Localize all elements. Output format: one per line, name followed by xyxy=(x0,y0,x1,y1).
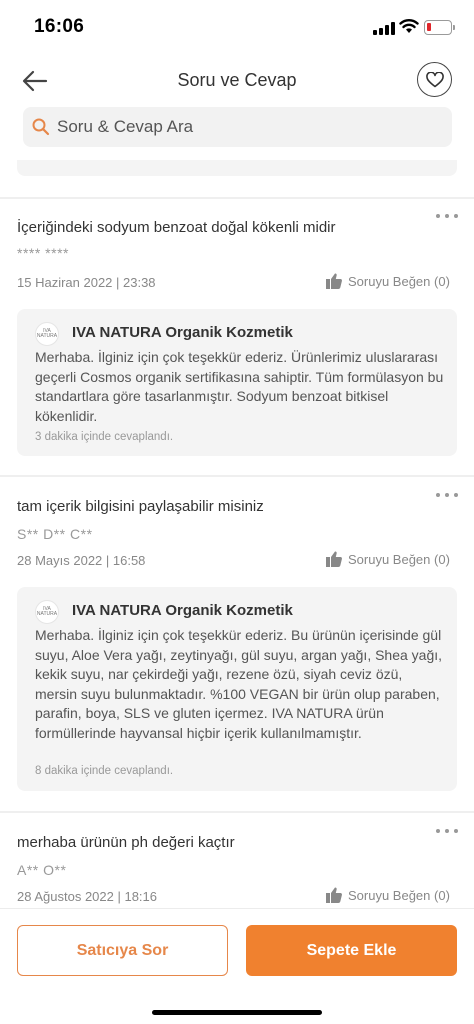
answer-box: IVA NATURA IVA NATURA Organik Kozmetik M… xyxy=(17,309,457,456)
question-text: merhaba ürünün ph değeri kaçtır xyxy=(17,834,235,851)
search-input[interactable] xyxy=(57,107,437,147)
more-options-icon[interactable] xyxy=(436,826,458,836)
status-time: 16:06 xyxy=(34,16,85,37)
status-bar: 16:06 xyxy=(0,0,474,56)
divider xyxy=(0,197,474,199)
like-label: Soruyu Beğen (0) xyxy=(348,273,450,289)
like-question-button[interactable]: Soruyu Beğen (0) xyxy=(325,550,450,568)
question-author: A** O** xyxy=(17,862,67,878)
seller-name: IVA NATURA Organik Kozmetik xyxy=(72,324,293,341)
header: Soru ve Cevap xyxy=(0,56,474,106)
bottom-action-bar: Satıcıya Sor Sepete Ekle xyxy=(0,908,474,1024)
home-indicator[interactable] xyxy=(152,1010,322,1015)
favorite-button[interactable] xyxy=(417,62,452,97)
question-list[interactable]: İçeriğindeki sodyum benzoat doğal kökenl… xyxy=(0,160,474,908)
answer-time: 3 dakika içinde cevaplandı. xyxy=(35,431,174,443)
divider xyxy=(0,811,474,813)
thumbs-up-icon xyxy=(326,887,342,903)
question-date: 28 Mayıs 2022 | 16:58 xyxy=(17,553,146,568)
like-label: Soruyu Beğen (0) xyxy=(348,887,450,903)
answer-text: Merhaba. İlginiz için çok teşekkür ederi… xyxy=(35,349,444,424)
battery-level xyxy=(427,23,431,31)
battery-icon xyxy=(424,20,452,35)
page-title: Soru ve Cevap xyxy=(177,70,297,90)
previous-answer-box xyxy=(17,160,457,176)
like-question-button[interactable]: Soruyu Beğen (0) xyxy=(325,886,450,904)
wifi-icon xyxy=(399,19,419,33)
question-text: tam içerik bilgisini paylaşabilir misini… xyxy=(17,498,264,515)
like-label: Soruyu Beğen (0) xyxy=(348,551,450,567)
question-author: **** **** xyxy=(17,245,69,261)
seller-logo: IVA NATURA xyxy=(35,600,59,624)
ask-seller-button[interactable]: Satıcıya Sor xyxy=(17,925,228,976)
search-icon xyxy=(32,118,50,136)
heart-icon xyxy=(425,71,444,87)
divider xyxy=(0,475,474,477)
answer-box: IVA NATURA IVA NATURA Organik Kozmetik M… xyxy=(17,587,457,791)
thumbs-up-icon xyxy=(326,551,342,567)
like-question-button[interactable]: Soruyu Beğen (0) xyxy=(325,272,450,290)
answer-text: Merhaba. İlginiz için çok teşekkür ederi… xyxy=(35,627,443,741)
cellular-signal-icon xyxy=(373,22,395,35)
battery-tip xyxy=(453,25,455,30)
thumbs-up-icon xyxy=(326,273,342,289)
more-options-icon[interactable] xyxy=(436,490,458,500)
question-text: İçeriğindeki sodyum benzoat doğal kökenl… xyxy=(17,219,336,236)
add-to-cart-button[interactable]: Sepete Ekle xyxy=(246,925,457,976)
question-date: 15 Haziran 2022 | 23:38 xyxy=(17,275,156,290)
seller-logo: IVA NATURA xyxy=(35,322,59,346)
search-bar[interactable] xyxy=(23,107,452,147)
more-options-icon[interactable] xyxy=(436,211,458,221)
question-author: S** D** C** xyxy=(17,526,93,542)
question-date: 28 Ağustos 2022 | 18:16 xyxy=(17,889,157,904)
seller-name: IVA NATURA Organik Kozmetik xyxy=(72,602,293,619)
answer-time: 8 dakika içinde cevaplandı. xyxy=(35,765,174,777)
